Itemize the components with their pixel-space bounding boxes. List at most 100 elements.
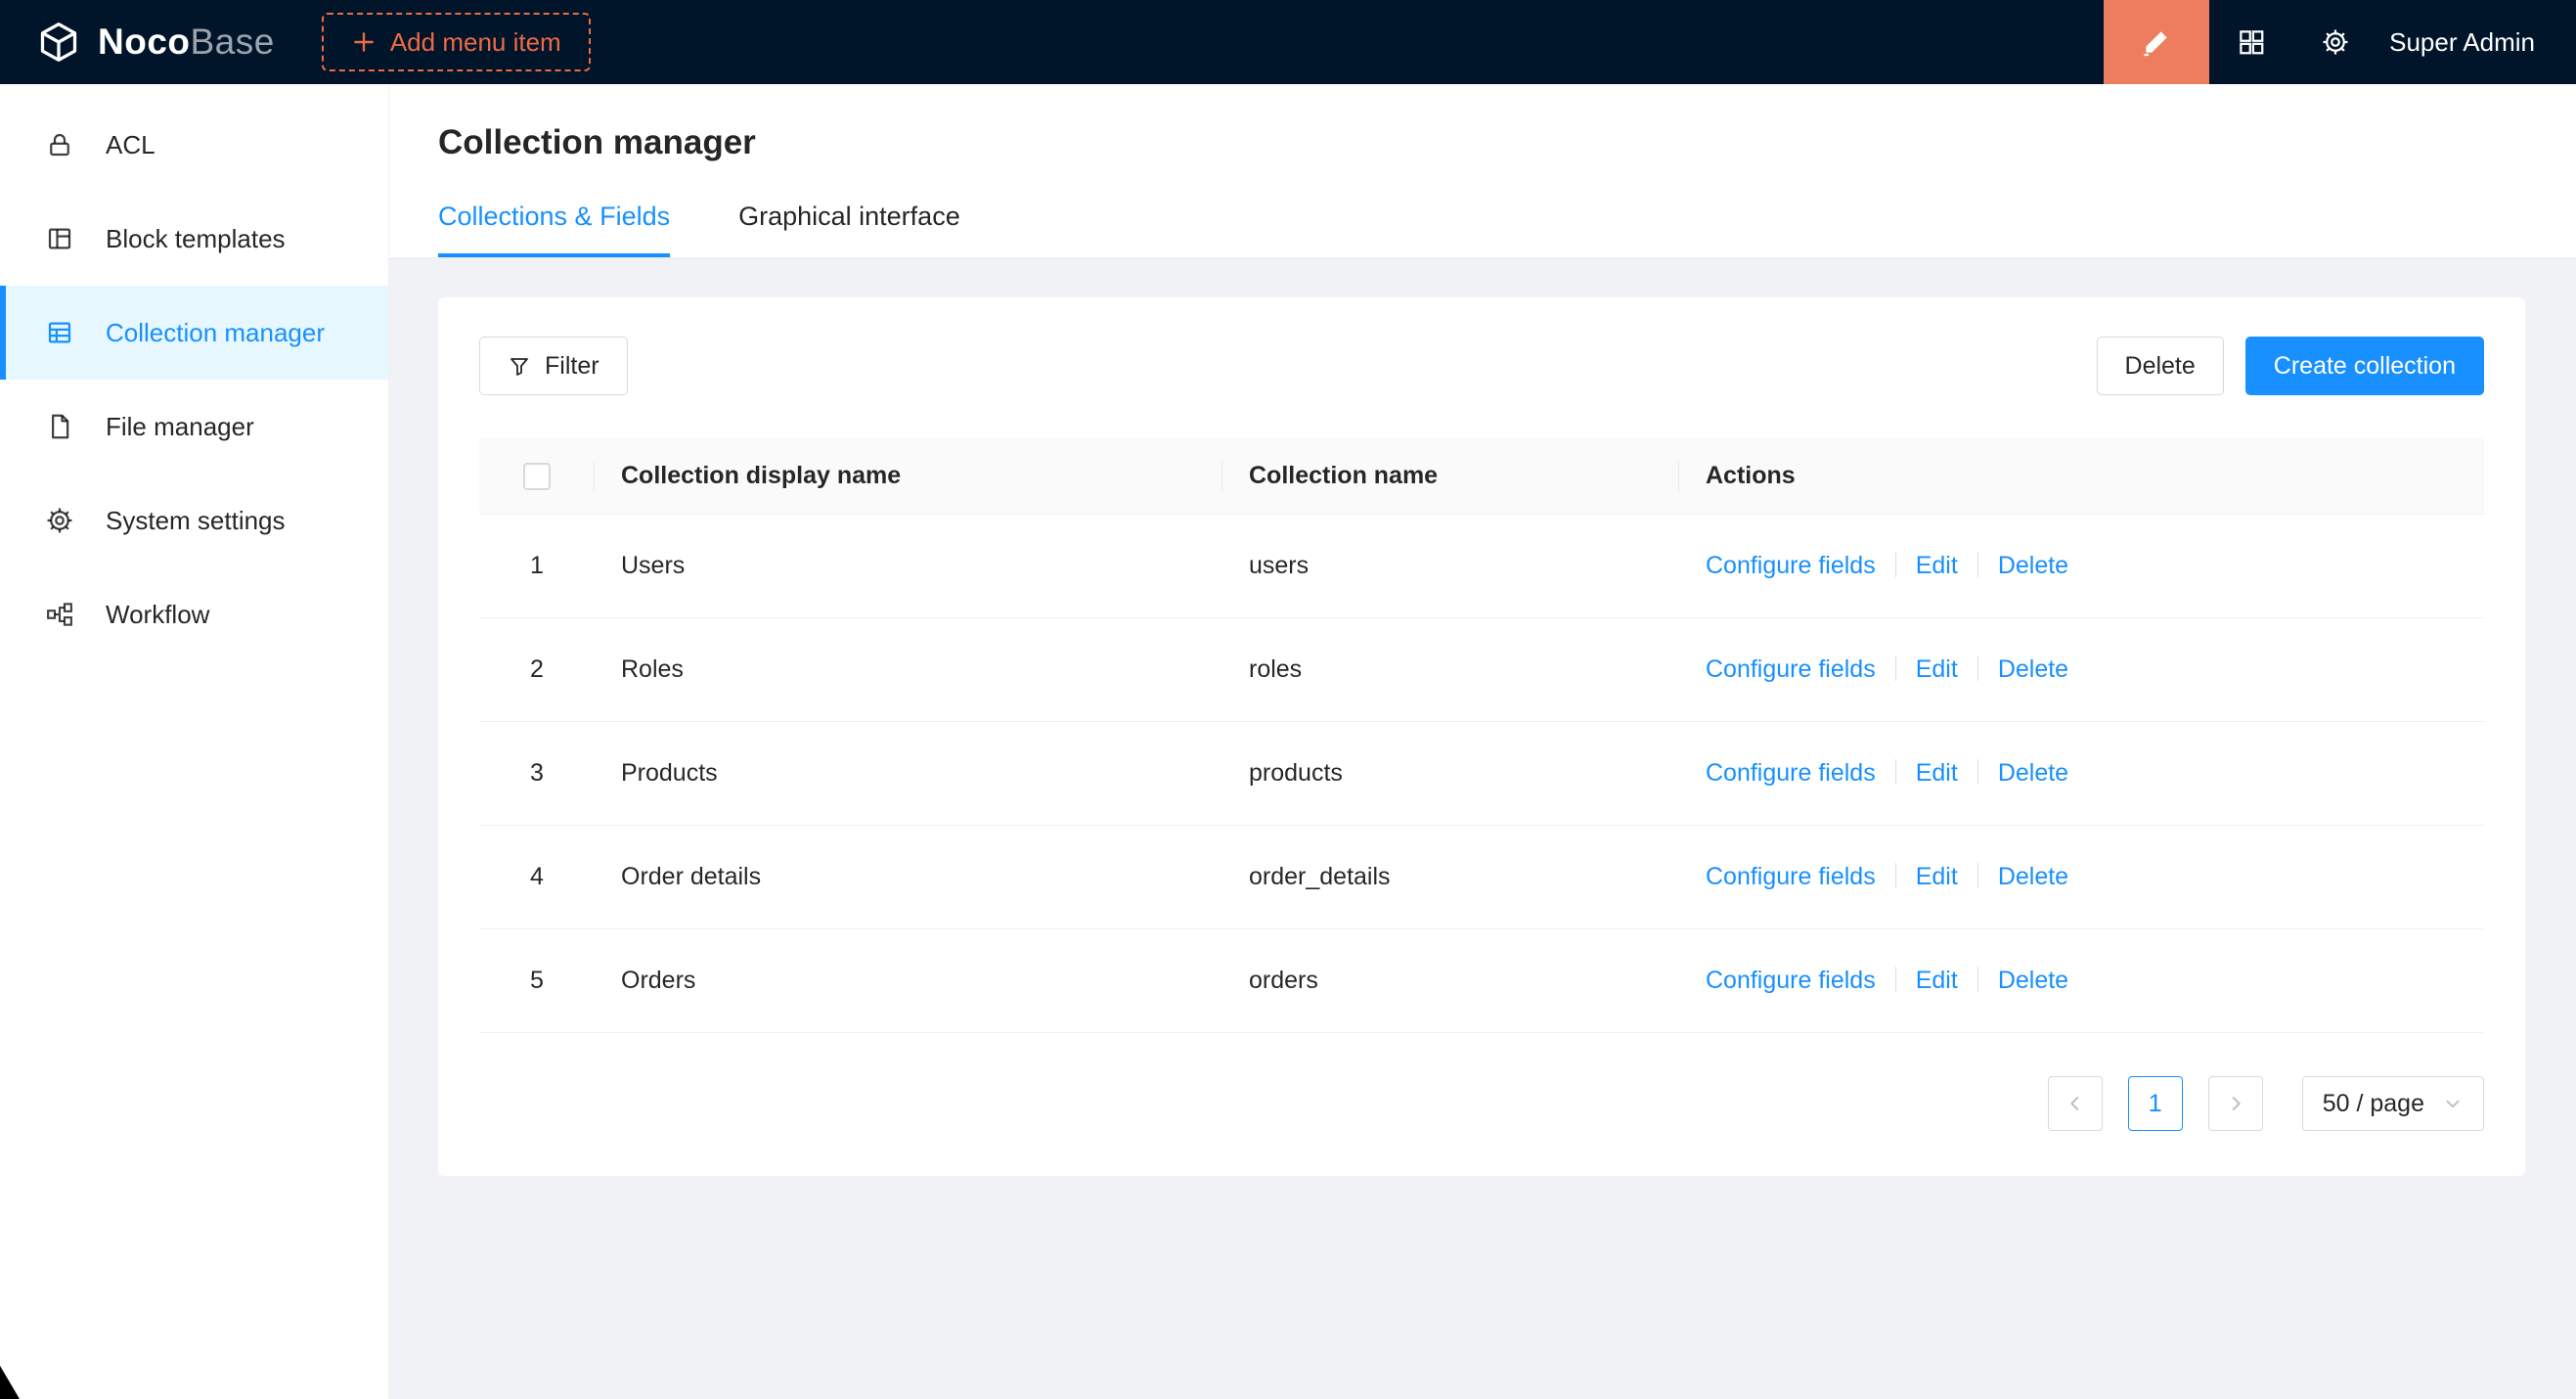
sidebar-item-label: System settings: [106, 506, 286, 536]
cell-actions: Configure fields Edit Delete: [1679, 515, 2484, 618]
sidebar-item-file-manager[interactable]: File manager: [0, 380, 388, 474]
workflow-icon: [45, 600, 74, 629]
prev-page-button[interactable]: [2048, 1076, 2103, 1131]
current-user[interactable]: Super Admin: [2389, 27, 2535, 58]
table-row: 5 Orders orders Configure fieldsEditDele…: [479, 929, 2484, 1033]
body: ACL Block templates Collection manager F…: [0, 84, 2576, 1399]
highlighter-icon: [2141, 26, 2172, 58]
page-title: Collection manager: [438, 123, 2576, 162]
sidebar: ACL Block templates Collection manager F…: [0, 84, 389, 1399]
chevron-down-icon: [2442, 1093, 2464, 1114]
divider: [1895, 759, 1896, 785]
gear-icon: [45, 506, 74, 535]
divider: [1895, 552, 1896, 577]
cell-display-name: Users: [595, 515, 1222, 618]
select-all-checkbox[interactable]: [523, 463, 551, 490]
row-index: 1: [479, 515, 595, 618]
system-settings-button[interactable]: [2293, 0, 2377, 84]
row-index: 2: [479, 618, 595, 722]
row-index: 3: [479, 722, 595, 826]
add-menu-item-label: Add menu item: [390, 27, 561, 58]
table-row: 4 Order details order_details Configure …: [479, 826, 2484, 929]
collections-card: Filter Delete Create collection Collecti…: [438, 297, 2525, 1176]
chevron-left-icon: [2065, 1093, 2086, 1114]
plus-icon: [351, 29, 377, 55]
edit-link[interactable]: Edit: [1916, 863, 1958, 890]
sidebar-item-workflow[interactable]: Workflow: [0, 567, 388, 661]
configure-fields-link[interactable]: Configure fields: [1706, 655, 1876, 683]
sidebar-item-label: File manager: [106, 412, 254, 442]
configure-fields-link[interactable]: Configure fields: [1706, 863, 1876, 890]
row-index: 4: [479, 826, 595, 929]
edit-link[interactable]: Edit: [1916, 552, 1958, 579]
sidebar-item-collection-manager[interactable]: Collection manager: [0, 286, 388, 380]
nocobase-logo-icon: [37, 21, 80, 64]
cell-display-name: Order details: [595, 826, 1222, 929]
sidebar-item-label: ACL: [106, 130, 155, 160]
cursor-artifact: [0, 1366, 20, 1399]
top-header: NocoBase Add menu item Super Admin: [0, 0, 2576, 84]
column-header-display-name: Collection display name: [595, 438, 1222, 515]
cell-display-name: Orders: [595, 929, 1222, 1033]
cell-collection-name: products: [1222, 722, 1679, 826]
tabs: Collections & Fields Graphical interface: [438, 188, 2576, 257]
column-header-actions: Actions: [1679, 438, 2484, 515]
ui-editor-button[interactable]: [2104, 0, 2209, 84]
content-area: Filter Delete Create collection Collecti…: [389, 258, 2576, 1399]
configure-fields-link[interactable]: Configure fields: [1706, 967, 1876, 994]
next-page-button[interactable]: [2208, 1076, 2263, 1131]
configure-fields-link[interactable]: Configure fields: [1706, 552, 1876, 579]
sidebar-item-acl[interactable]: ACL: [0, 98, 388, 192]
divider: [1895, 967, 1896, 992]
filter-button[interactable]: Filter: [479, 337, 628, 395]
lock-icon: [45, 130, 74, 159]
header-right: Super Admin: [2104, 0, 2576, 84]
brand-bold: Noco: [98, 22, 191, 62]
delete-link[interactable]: Delete: [1998, 759, 2068, 787]
tab-graphical-interface[interactable]: Graphical interface: [738, 188, 960, 257]
card-toolbar: Filter Delete Create collection: [479, 337, 2484, 395]
sidebar-item-label: Block templates: [106, 224, 286, 254]
table-header-row: Collection display name Collection name …: [479, 438, 2484, 515]
filter-label: Filter: [545, 352, 600, 381]
sidebar-item-system-settings[interactable]: System settings: [0, 474, 388, 567]
edit-link[interactable]: Edit: [1916, 967, 1958, 994]
delete-link[interactable]: Delete: [1998, 967, 2068, 994]
cell-actions: Configure fields Edit Delete: [1679, 618, 2484, 722]
table-row: 2 Roles roles Configure fieldsEditDelete: [479, 618, 2484, 722]
edit-link[interactable]: Edit: [1916, 759, 1958, 787]
cell-collection-name: orders: [1222, 929, 1679, 1033]
brand-name: NocoBase: [98, 22, 275, 63]
sidebar-item-label: Workflow: [106, 600, 209, 630]
cell-actions: Configure fields Edit Delete: [1679, 929, 2484, 1033]
delete-link[interactable]: Delete: [1998, 552, 2068, 579]
add-menu-item-button[interactable]: Add menu item: [322, 13, 591, 71]
chevron-right-icon: [2225, 1093, 2246, 1114]
gear-icon: [2321, 27, 2350, 57]
collections-table: Collection display name Collection name …: [479, 438, 2484, 1033]
edit-link[interactable]: Edit: [1916, 655, 1958, 683]
divider: [1977, 552, 1978, 577]
delete-link[interactable]: Delete: [1998, 863, 2068, 890]
sidebar-item-block-templates[interactable]: Block templates: [0, 192, 388, 286]
logo: NocoBase: [0, 21, 275, 64]
pagination: 1 50 / page: [479, 1076, 2484, 1141]
brand-light: Base: [191, 22, 275, 62]
cell-collection-name: roles: [1222, 618, 1679, 722]
sidebar-item-label: Collection manager: [106, 318, 325, 348]
cell-actions: Configure fields Edit Delete: [1679, 722, 2484, 826]
tab-collections-fields[interactable]: Collections & Fields: [438, 188, 670, 257]
divider: [1895, 863, 1896, 888]
table-row: 3 Products products Configure fieldsEdit…: [479, 722, 2484, 826]
page-header: Collection manager Collections & Fields …: [389, 84, 2576, 257]
app: NocoBase Add menu item Super Admin ACL: [0, 0, 2576, 1399]
plugins-button[interactable]: [2209, 0, 2293, 84]
configure-fields-link[interactable]: Configure fields: [1706, 759, 1876, 787]
cell-actions: Configure fields Edit Delete: [1679, 826, 2484, 929]
delete-button[interactable]: Delete: [2097, 337, 2224, 395]
cell-collection-name: order_details: [1222, 826, 1679, 929]
delete-link[interactable]: Delete: [1998, 655, 2068, 683]
create-collection-button[interactable]: Create collection: [2245, 337, 2484, 395]
page-number-button[interactable]: 1: [2128, 1076, 2183, 1131]
page-size-select[interactable]: 50 / page: [2302, 1076, 2484, 1131]
